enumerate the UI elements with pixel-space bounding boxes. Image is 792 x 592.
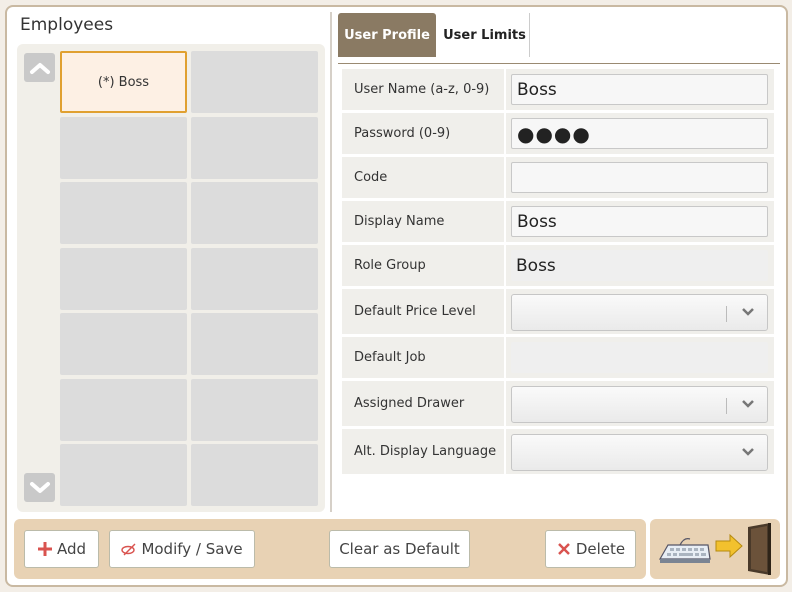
employee-tile-empty[interactable]	[60, 313, 187, 375]
tab-underline	[338, 63, 780, 64]
display-name-label: Display Name	[342, 201, 504, 242]
default-job-label: Default Job	[342, 337, 504, 378]
scroll-down-button[interactable]	[24, 473, 55, 502]
password-label: Password (0-9)	[342, 113, 504, 154]
form-row-alt-display-language: Alt. Display Language	[342, 429, 775, 477]
role-group-value[interactable]: Boss	[511, 250, 768, 281]
employee-tile-empty[interactable]	[191, 182, 318, 244]
tab-user-limits[interactable]: User Limits	[440, 13, 530, 57]
x-icon	[557, 543, 570, 555]
clear-as-default-button[interactable]: Clear as Default	[329, 530, 470, 568]
chevron-down-icon	[742, 448, 754, 456]
form-row-password: Password (0-9) ●●●●	[342, 113, 775, 157]
add-button[interactable]: Add	[24, 530, 99, 568]
user-name-input[interactable]: Boss	[511, 74, 768, 105]
user-name-label: User Name (a-z, 0-9)	[342, 69, 504, 110]
form-row-default-price-level: Default Price Level	[342, 289, 775, 337]
assigned-drawer-label: Assigned Drawer	[342, 381, 504, 426]
user-profile-form: User Name (a-z, 0-9) Boss Password (0-9)…	[342, 69, 775, 477]
employee-tile-empty[interactable]	[60, 182, 187, 244]
employee-tile-empty[interactable]	[191, 378, 318, 441]
delete-button[interactable]: Delete	[545, 530, 636, 568]
form-row-display-name: Display Name Boss	[342, 201, 775, 245]
employee-tile-empty[interactable]	[60, 378, 187, 441]
plus-icon	[37, 542, 52, 556]
keyboard-exit-door-icon	[658, 523, 771, 575]
display-name-input[interactable]: Boss	[511, 206, 768, 237]
chevron-down-icon	[29, 481, 50, 493]
alt-display-language-label: Alt. Display Language	[342, 429, 504, 474]
password-input[interactable]: ●●●●	[511, 118, 768, 149]
chevron-down-icon	[742, 400, 754, 408]
edit-icon	[121, 543, 136, 556]
form-row-code: Code	[342, 157, 775, 201]
employee-tile-empty[interactable]	[191, 444, 318, 506]
employee-grid: (*) Boss	[60, 51, 320, 506]
employee-tile-boss[interactable]: (*) Boss	[60, 51, 187, 113]
chevron-down-icon	[742, 308, 754, 316]
exit-button[interactable]	[650, 519, 780, 579]
scroll-up-button[interactable]	[24, 53, 55, 82]
assigned-drawer-select[interactable]	[511, 386, 768, 423]
code-label: Code	[342, 157, 504, 198]
employee-tile-empty[interactable]	[191, 116, 318, 179]
alt-display-language-select[interactable]	[511, 434, 768, 471]
pane-divider	[330, 12, 332, 512]
employee-tile-empty[interactable]	[60, 444, 187, 506]
form-row-user-name: User Name (a-z, 0-9) Boss	[342, 69, 775, 113]
employee-tile-empty[interactable]	[191, 51, 318, 113]
code-input[interactable]	[511, 162, 768, 193]
employee-tile-empty[interactable]	[60, 116, 187, 179]
default-price-level-select[interactable]	[511, 294, 768, 331]
chevron-up-icon	[29, 62, 50, 74]
employee-tile-empty[interactable]	[60, 247, 187, 310]
form-row-assigned-drawer: Assigned Drawer	[342, 381, 775, 429]
modify-save-button[interactable]: Modify / Save	[109, 530, 255, 568]
form-row-role-group: Role Group Boss	[342, 245, 775, 289]
default-job-value[interactable]	[511, 342, 768, 373]
default-price-level-label: Default Price Level	[342, 289, 504, 334]
tab-user-profile[interactable]: User Profile	[338, 13, 436, 57]
form-row-default-job: Default Job	[342, 337, 775, 381]
employees-title: Employees	[20, 15, 114, 35]
role-group-label: Role Group	[342, 245, 504, 286]
employee-tile-empty[interactable]	[191, 313, 318, 375]
employee-tile-empty[interactable]	[191, 247, 318, 310]
